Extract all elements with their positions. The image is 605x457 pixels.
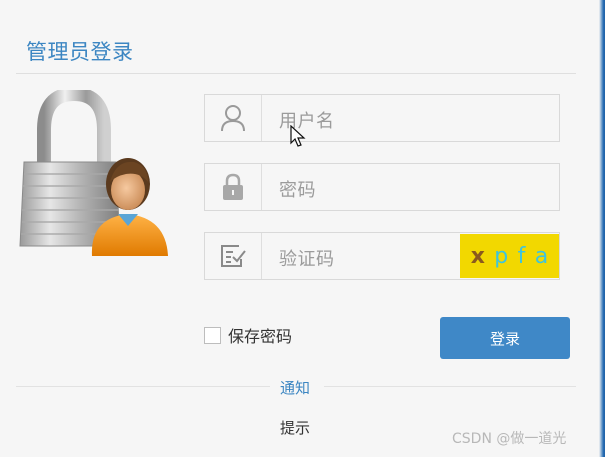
- window-edge: [599, 0, 605, 457]
- login-button[interactable]: 登录: [440, 317, 570, 359]
- captcha-input[interactable]: 验证码: [279, 245, 335, 271]
- title-divider: [16, 73, 576, 74]
- remember-label: 保存密码: [228, 327, 293, 346]
- username-field[interactable]: 用户名: [204, 94, 560, 142]
- page-title: 管理员登录: [26, 40, 134, 64]
- captcha-char: a: [534, 243, 549, 269]
- notice-title: 通知: [280, 379, 311, 397]
- password-input[interactable]: 密码: [279, 176, 316, 202]
- captcha-image[interactable]: x p f a: [460, 234, 559, 278]
- captcha-char: x: [470, 243, 485, 269]
- padlock-user-icon: [19, 90, 168, 256]
- verify-icon: [205, 233, 262, 279]
- remember-checkbox[interactable]: [204, 326, 221, 344]
- captcha-field[interactable]: 验证码 x p f a: [204, 232, 560, 280]
- mouse-cursor-icon: [290, 125, 306, 147]
- remember-password[interactable]: 保存密码: [204, 323, 292, 347]
- username-input[interactable]: 用户名: [279, 107, 335, 133]
- watermark: CSDN @做一道光: [452, 431, 567, 447]
- notice-body: 提示: [280, 419, 311, 437]
- captcha-char: p: [494, 243, 509, 269]
- lock-icon: [205, 164, 262, 210]
- user-icon: [205, 95, 262, 141]
- password-field[interactable]: 密码: [204, 163, 560, 211]
- notice-divider-left: [16, 386, 270, 387]
- notice-divider-right: [324, 386, 576, 387]
- captcha-char: f: [517, 243, 526, 269]
